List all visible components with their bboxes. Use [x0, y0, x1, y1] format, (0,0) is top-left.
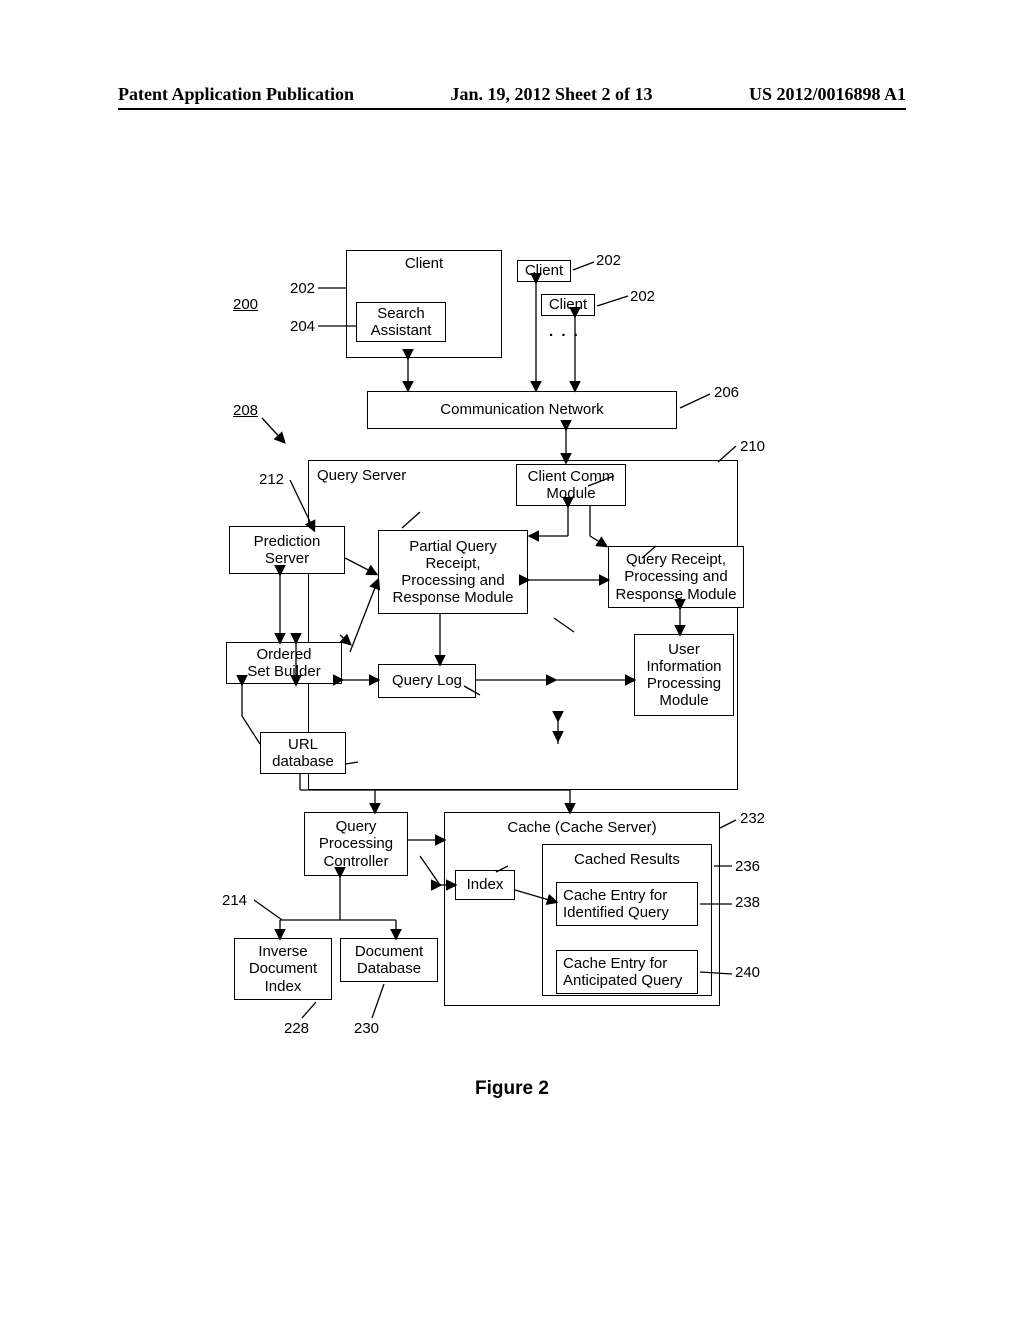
header-center: Jan. 19, 2012 Sheet 2 of 13: [451, 84, 653, 105]
header-left: Patent Application Publication: [118, 84, 354, 105]
header-right: US 2012/0016898 A1: [749, 84, 906, 105]
page-header: Patent Application Publication Jan. 19, …: [118, 84, 906, 105]
diagram: 200 202 202 202 204 206 208 210 212 214 …: [0, 140, 1024, 1320]
connectors: [0, 140, 1024, 1320]
page: Patent Application Publication Jan. 19, …: [0, 0, 1024, 1320]
header-rule: [118, 108, 906, 110]
